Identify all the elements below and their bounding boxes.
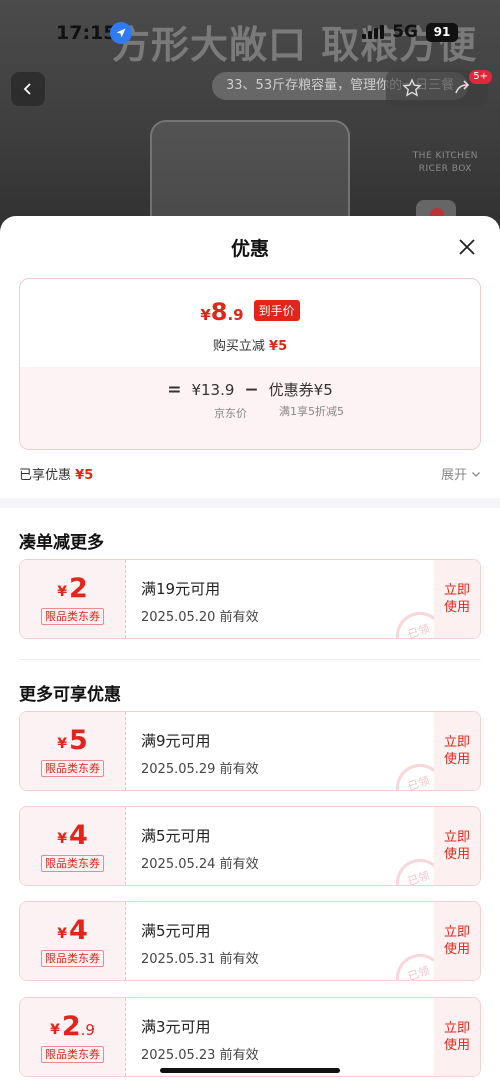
coupon-type-badge: 限品类东券 [41,607,104,625]
coupon-condition: 满5元可用 [141,827,211,845]
instant-discount-amount: ¥5 [269,339,288,354]
use-now-label: 立即使用 [443,735,470,767]
coupon-card: ¥2 限品类东券 满19元可用 2025.05.20 前有效 已领 立即使用 [19,559,481,639]
coupon-expiry: 2025.05.24 前有效 [141,857,259,872]
use-now-button[interactable]: 立即使用 [434,807,480,885]
coupon-type-badge: 限品类东券 [41,854,104,872]
share-badge: 5+ [469,70,492,84]
location-arrow-icon [110,22,132,44]
instant-discount-label: 购买立减 [212,339,265,354]
price-breakdown: = ¥13.9 − 优惠券¥5 京东价 满1享5折减5 [20,367,480,449]
coupon-amount: 2 [68,572,88,604]
enjoyed-amount: ¥5 [75,468,94,483]
section-title-more-discounts: 更多可享优惠 [19,685,121,705]
signal-icon [362,25,385,39]
coupon-yen: ¥ [57,735,67,752]
enjoyed-label: 已享优惠 [19,468,72,483]
use-now-label: 立即使用 [443,583,470,615]
section-separator [19,659,481,660]
use-now-label: 立即使用 [443,925,470,957]
home-indicator[interactable] [160,1068,340,1073]
coupon-type-badge: 限品类东券 [41,1045,104,1063]
use-now-button[interactable]: 立即使用 [434,902,480,980]
jd-price: ¥13.9 [191,380,235,399]
section-title-more-orders: 凑单减更多 [19,533,104,553]
discount-sheet: 优惠 ¥8.9 到手价 购买立减 ¥5 = ¥13.9 − 优惠券¥5 京东价 … [0,216,500,1084]
use-now-button[interactable]: 立即使用 [434,712,480,790]
coupon-yen: ¥ [57,925,67,942]
final-price: ¥8.9 到手价 [20,299,480,325]
chevron-down-icon [472,471,480,477]
coupon-amount: 5 [68,724,88,756]
coupon-condition: 满3元可用 [141,1018,211,1036]
jd-price-label: 京东价 [214,407,247,420]
star-icon[interactable] [401,78,422,98]
sheet-title: 优惠 [230,238,269,260]
status-time: 17:15 [56,22,117,44]
coupon-expiry: 2025.05.20 前有效 [141,610,259,625]
network-type: 5G [392,22,418,42]
coupon-amount: 4 [68,819,88,851]
final-price-int: 8 [210,298,228,326]
section-divider [0,498,500,508]
expand-button[interactable]: 展开 [441,464,481,483]
equals-sign: = [167,379,182,400]
coupon-value: ¥5 限品类东券 [20,712,126,790]
product-page-background: 方形大敞口 取粮方便 THE KITCHEN RICER BOX 17:15 5… [0,0,500,240]
coupon-expiry: 2025.05.29 前有效 [141,762,259,777]
use-now-label: 立即使用 [443,1021,470,1053]
coupon-value: ¥2 限品类东券 [20,560,126,638]
coupon-yen: ¥ [57,583,67,600]
coupon-expiry: 2025.05.23 前有效 [141,1048,259,1063]
final-price-tag: 到手价 [253,300,300,321]
coupon-amount-dec: .9 [80,1020,95,1039]
final-price-dec: .9 [227,306,244,324]
coupon-type-badge: 限品类东券 [41,759,104,777]
instant-discount: 购买立减 ¥5 [20,335,480,354]
coupon-value: ¥2.9 限品类东券 [20,998,126,1076]
price-formula: = ¥13.9 − 优惠券¥5 [20,379,480,400]
coupon-amount: 2 [61,1010,81,1042]
brand-text: THE KITCHEN RICER BOX [413,150,478,176]
coupon-yen: ¥ [50,1021,60,1038]
minus-sign: − [244,379,259,400]
enjoyed-discount: 已享优惠 ¥5 [19,464,93,483]
final-price-yen: ¥ [200,306,211,324]
close-icon[interactable] [456,236,478,258]
coupon-type-badge: 限品类东券 [41,949,104,967]
coupon-condition: 满19元可用 [141,580,221,598]
product-image [150,120,350,230]
coupon-card: ¥4 限品类东券 满5元可用 2025.05.31 前有效 已领 立即使用 [19,901,481,981]
coupon-card: ¥4 限品类东券 满5元可用 2025.05.24 前有效 已领 立即使用 [19,806,481,886]
coupon-deduction-desc: 满1享5折减5 [279,405,344,418]
back-button[interactable] [11,72,45,106]
coupon-condition: 满5元可用 [141,922,211,940]
coupon-amount: 4 [68,914,88,946]
back-chevron-icon [23,83,31,95]
coupon-yen: ¥ [57,830,67,847]
coupon-value: ¥4 限品类东券 [20,807,126,885]
use-now-button[interactable]: 立即使用 [434,998,480,1076]
coupon-card: ¥2.9 限品类东券 满3元可用 2025.05.23 前有效 立即使用 [19,997,481,1077]
use-now-label: 立即使用 [443,830,470,862]
final-price-card: ¥8.9 到手价 购买立减 ¥5 = ¥13.9 − 优惠券¥5 京东价 满1享… [19,278,481,450]
status-indicators: 5G 91 [362,22,458,42]
coupon-value: ¥4 限品类东券 [20,902,126,980]
use-now-button[interactable]: 立即使用 [434,560,480,638]
final-price-top: ¥8.9 到手价 购买立减 ¥5 [20,279,480,367]
brand-line-2: RICER BOX [418,164,472,174]
expand-label: 展开 [440,468,467,483]
coupon-condition: 满9元可用 [141,732,211,750]
coupon-card: ¥5 限品类东券 满9元可用 2025.05.29 前有效 已领 立即使用 [19,711,481,791]
coupon-deduction: 优惠券¥5 [268,381,333,399]
sheet-header: 优惠 [0,216,500,276]
coupon-expiry: 2025.05.31 前有效 [141,952,259,967]
battery-icon: 91 [426,22,458,42]
brand-line-1: THE KITCHEN [412,151,478,161]
